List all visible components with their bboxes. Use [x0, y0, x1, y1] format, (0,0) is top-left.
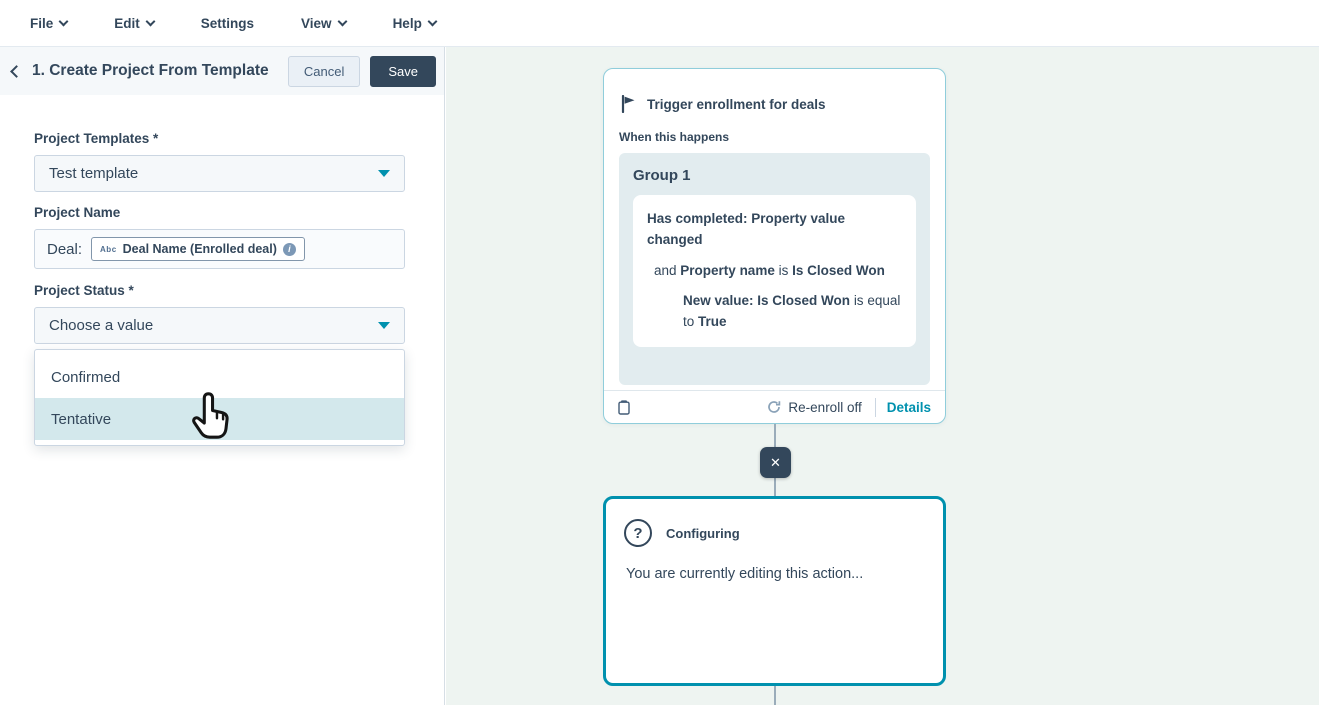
back-chevron-icon[interactable] — [10, 64, 23, 78]
question-circle-icon: ? — [624, 519, 652, 547]
connector-line — [774, 424, 776, 448]
project-templates-label: Project Templates * — [34, 131, 159, 146]
menu-edit[interactable]: Edit — [114, 15, 156, 31]
project-templates-select[interactable]: Test template — [34, 155, 405, 192]
menu-settings[interactable]: Settings — [201, 16, 254, 31]
menu-bar: File Edit Settings View Help — [0, 0, 1319, 47]
trigger-title-row: Trigger enrollment for deals — [619, 82, 930, 113]
project-name-label: Project Name — [34, 205, 121, 220]
info-icon: i — [282, 242, 296, 256]
connector-line — [774, 477, 776, 497]
when-this-happens-label: When this happens — [619, 130, 730, 144]
condition-1: Has completed: Property value changed — [647, 211, 846, 248]
reenroll-label: Re-enroll off — [788, 399, 862, 415]
caret-down-icon — [378, 322, 390, 329]
group-title: Group 1 — [633, 167, 691, 184]
deal-name-token-label: Deal Name (Enrolled deal) — [122, 242, 277, 256]
project-status-select[interactable]: Choose a value — [34, 307, 405, 344]
delete-connection-button[interactable]: ✕ — [760, 447, 791, 478]
condition-3-value: True — [698, 314, 727, 330]
menu-view[interactable]: View — [301, 15, 348, 31]
text-property-icon: Abc — [100, 244, 117, 254]
project-templates-value: Test template — [49, 165, 139, 182]
trigger-group: Group 1 Has completed: Property value ch… — [619, 153, 930, 385]
menu-help-label: Help — [392, 15, 422, 31]
status-options-dropdown: Confirmed Tentative — [34, 349, 405, 446]
condition-card[interactable]: Has completed: Property value changed an… — [633, 195, 916, 347]
menu-help[interactable]: Help — [392, 15, 438, 31]
workflow-canvas: Trigger enrollment for deals When this h… — [446, 47, 1319, 705]
configuring-header: ? Configuring — [624, 519, 925, 547]
chevron-down-icon — [58, 16, 69, 26]
refresh-icon — [768, 401, 781, 413]
condition-2-value: Is Closed Won — [792, 262, 885, 278]
option-confirmed[interactable]: Confirmed — [35, 356, 404, 398]
caret-down-icon — [378, 170, 390, 177]
project-name-prefix: Deal: — [47, 240, 83, 258]
chevron-down-icon — [145, 16, 156, 26]
condition-2-prefix: and — [654, 262, 677, 278]
deal-name-token[interactable]: Abc Deal Name (Enrolled deal) i — [91, 237, 305, 261]
menu-view-label: View — [301, 15, 332, 31]
configuring-body-text: You are currently editing this action... — [626, 566, 864, 582]
trigger-node-card[interactable]: Trigger enrollment for deals When this h… — [603, 68, 946, 424]
reenroll-toggle[interactable]: Re-enroll off — [767, 399, 862, 415]
menu-file-label: File — [30, 15, 54, 31]
project-status-label: Project Status * — [34, 283, 134, 298]
flag-icon — [621, 95, 635, 113]
project-status-value: Choose a value — [49, 317, 154, 334]
connector-line — [774, 686, 776, 705]
menu-edit-label: Edit — [114, 15, 140, 31]
action-editor-panel: 1. Create Project From Template Cancel S… — [0, 47, 445, 705]
cancel-button[interactable]: Cancel — [287, 55, 361, 87]
trigger-title: Trigger enrollment for deals — [647, 96, 826, 112]
condition-3: New value: Is Closed Won is equal to Tru… — [683, 290, 902, 333]
menu-settings-label: Settings — [200, 15, 255, 31]
condition-2-operator: is — [778, 262, 789, 278]
action-form: Project Templates * Test template Projec… — [0, 95, 444, 446]
option-tentative[interactable]: Tentative — [35, 398, 404, 440]
panel-header: 1. Create Project From Template Cancel S… — [0, 47, 444, 95]
trigger-footer: Re-enroll off Details — [604, 390, 945, 423]
footer-divider — [874, 397, 876, 417]
project-name-field[interactable]: Deal: Abc Deal Name (Enrolled deal) i — [34, 229, 405, 269]
details-link[interactable]: Details — [887, 400, 931, 415]
trigger-body: Trigger enrollment for deals When this h… — [604, 69, 945, 390]
configuring-node-card[interactable]: ? Configuring You are currently editing … — [603, 496, 946, 686]
condition-3-property: New value: Is Closed Won — [683, 292, 851, 308]
condition-2: and Property name is Is Closed Won — [654, 260, 902, 281]
configuring-title: Configuring — [666, 525, 740, 541]
panel-title: 1. Create Project From Template — [32, 62, 269, 79]
save-button[interactable]: Save — [370, 55, 436, 87]
clipboard-icon[interactable] — [618, 399, 630, 415]
menu-file[interactable]: File — [30, 15, 69, 31]
condition-2-property: Property name — [680, 262, 775, 278]
chevron-down-icon — [427, 16, 438, 26]
chevron-down-icon — [337, 16, 348, 26]
